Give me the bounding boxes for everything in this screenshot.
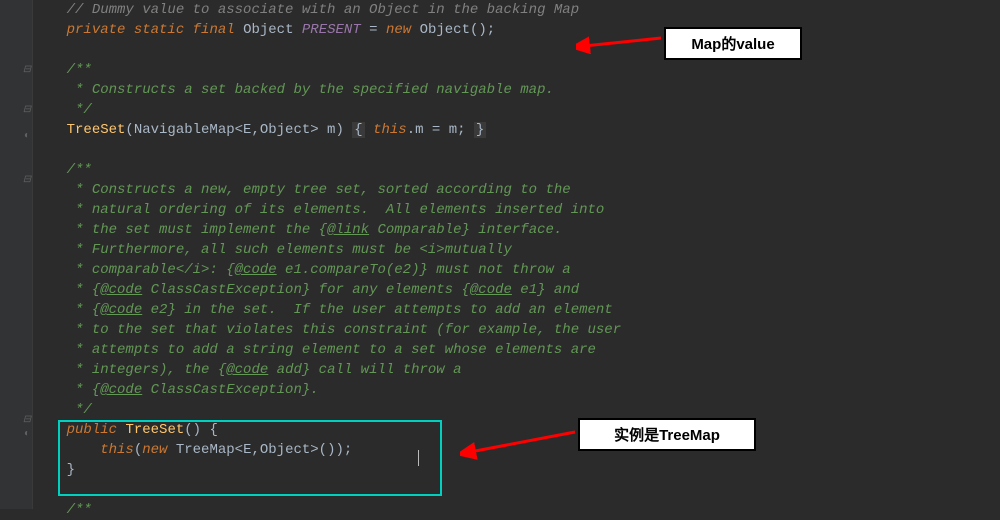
keyword-final: final [193, 22, 235, 38]
javadoc: * attempts to add a string element to a … [67, 342, 596, 358]
javadoc: * Furthermore, all such elements must be… [67, 242, 512, 258]
punct: (); [470, 22, 495, 38]
javadoc: * Constructs a new, empty tree set, sort… [67, 182, 571, 198]
javadoc: * to the set that violates this constrai… [67, 322, 622, 338]
equals-op: = [361, 22, 386, 38]
javadoc-link: @link [327, 222, 369, 238]
javadoc: ClassCastException}. [142, 382, 318, 398]
javadoc-code: @code [226, 362, 268, 378]
assignment: .m = m; [407, 122, 466, 138]
brace-close: } [67, 462, 75, 478]
javadoc: * { [67, 302, 101, 318]
keyword-new: new [142, 442, 167, 458]
gutter-annotation-icon[interactable]: ◐ [22, 430, 32, 440]
javadoc: * the set must implement the { [67, 222, 327, 238]
javadoc-code: @code [100, 302, 142, 318]
code-comment: // Dummy value to associate with an Obje… [67, 2, 579, 18]
keyword-public: public [67, 422, 117, 438]
javadoc: */ [67, 402, 92, 418]
text-caret [418, 450, 419, 466]
constructor-params: (NavigableMap<E,Object> m) [125, 122, 352, 138]
javadoc: Comparable} interface. [369, 222, 562, 238]
fold-marker-icon[interactable]: ⊟ [22, 416, 32, 426]
javadoc: * natural ordering of its elements. All … [67, 202, 605, 218]
fold-marker-icon[interactable]: ⊟ [22, 66, 32, 76]
keyword-new: new [386, 22, 411, 38]
keyword-this: this [100, 442, 134, 458]
constructor-name: TreeSet [67, 122, 126, 138]
type-object: Object [420, 22, 470, 38]
gutter-annotation-icon[interactable]: ◐ [22, 132, 32, 142]
javadoc: * { [67, 382, 101, 398]
code-editor[interactable]: // Dummy value to associate with an Obje… [33, 0, 1000, 509]
javadoc: e1.compareTo(e2)} must not throw a [277, 262, 571, 278]
keyword-this: this [373, 122, 407, 138]
javadoc: * integers), the { [67, 362, 227, 378]
javadoc-code: @code [100, 382, 142, 398]
javadoc: */ [67, 102, 92, 118]
paren: ( [134, 442, 142, 458]
javadoc-code: @code [100, 282, 142, 298]
javadoc: * comparable</i>: { [67, 262, 235, 278]
annotation-label-treemap: 实例是TreeMap [578, 418, 756, 451]
javadoc: e2} in the set. If the user attempts to … [142, 302, 612, 318]
javadoc: /** [67, 162, 92, 178]
type-treemap: TreeMap<E,Object>()); [167, 442, 352, 458]
javadoc: /** [67, 62, 92, 78]
keyword-static: static [134, 22, 184, 38]
constructor-name: TreeSet [125, 422, 184, 438]
javadoc: ClassCastException} for any elements { [142, 282, 470, 298]
editor-gutter: ⊟ ⊟ ◐ ⊟ ⊟ ◐ [0, 0, 33, 509]
constructor-sig: () { [184, 422, 218, 438]
javadoc-code: @code [470, 282, 512, 298]
javadoc: /** [67, 502, 92, 518]
fold-marker-icon[interactable]: ⊟ [22, 106, 32, 116]
type-object: Object [243, 22, 293, 38]
fold-marker-icon[interactable]: ⊟ [22, 176, 32, 186]
javadoc: * Constructs a set backed by the specifi… [67, 82, 554, 98]
annotation-label-map-value: Map的value [664, 27, 802, 60]
javadoc-code: @code [235, 262, 277, 278]
javadoc: e1} and [512, 282, 579, 298]
constant-present: PRESENT [302, 22, 361, 38]
brace: { [352, 122, 364, 138]
javadoc: * { [67, 282, 101, 298]
javadoc: add} call will throw a [268, 362, 461, 378]
keyword-private: private [67, 22, 126, 38]
brace: } [474, 122, 486, 138]
